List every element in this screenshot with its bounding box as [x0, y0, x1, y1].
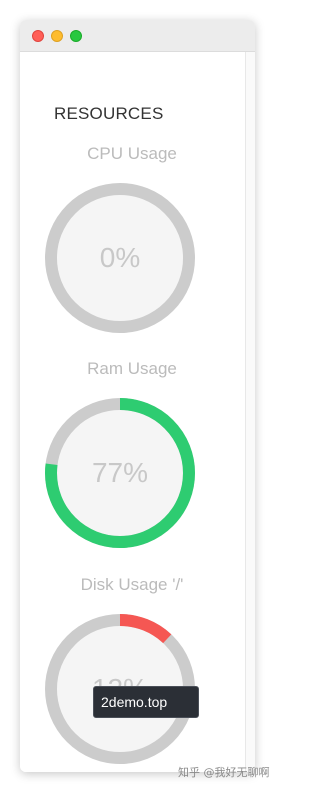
- resources-heading: RESOURCES: [54, 104, 164, 123]
- minimize-window-button[interactable]: [51, 30, 63, 42]
- ram-usage-value: 77%: [91, 457, 149, 488]
- maximize-window-button[interactable]: [70, 30, 82, 42]
- ram-usage-title: Ram Usage: [87, 359, 177, 378]
- cpu-usage-gauge: 0%: [44, 182, 196, 334]
- app-window: RESOURCES CPU Usage 0% Ram Usage 77% Dis…: [20, 20, 255, 772]
- resources-panel: RESOURCES CPU Usage 0% Ram Usage 77% Dis…: [20, 52, 244, 772]
- tooltip: 2demo.top: [93, 686, 199, 718]
- disk-usage-title: Disk Usage '/': [80, 575, 184, 594]
- close-window-button[interactable]: [32, 30, 44, 42]
- watermark-text: 知乎 @我好无聊啊: [178, 766, 270, 779]
- cpu-usage-value: 0%: [99, 242, 141, 273]
- title-bar: [20, 20, 255, 52]
- cpu-usage-title: CPU Usage: [87, 144, 177, 163]
- ram-usage-gauge: 77%: [44, 397, 196, 549]
- vertical-scrollbar[interactable]: [245, 52, 255, 772]
